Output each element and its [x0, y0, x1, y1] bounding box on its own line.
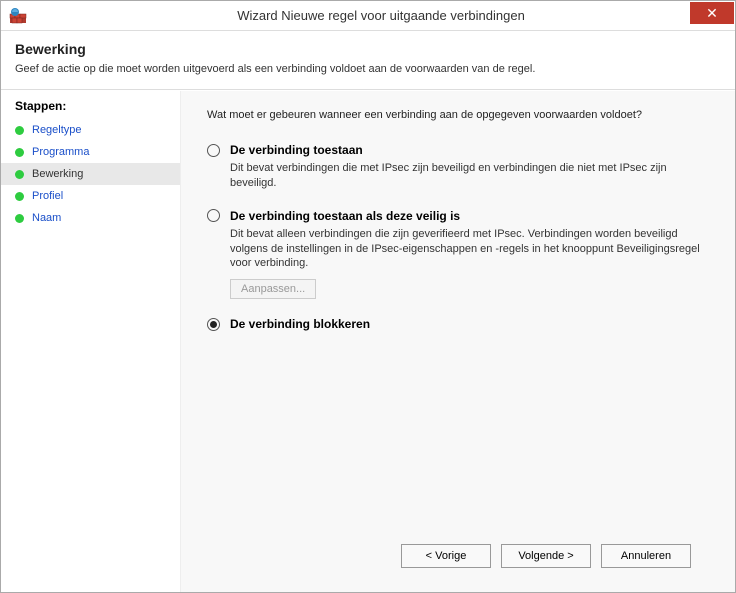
- option-allow-radio-row[interactable]: De verbinding toestaan: [207, 143, 709, 157]
- radio-block[interactable]: [207, 318, 220, 331]
- step-bewerking[interactable]: Bewerking: [1, 163, 180, 185]
- firewall-icon: [9, 7, 27, 25]
- option-block-label: De verbinding blokkeren: [230, 317, 370, 331]
- step-label: Profiel: [32, 190, 63, 202]
- back-button[interactable]: < Vorige: [401, 544, 491, 568]
- window-title: Wizard Nieuwe regel voor uitgaande verbi…: [27, 8, 735, 23]
- bullet-icon: [15, 126, 24, 135]
- radio-allow-secure[interactable]: [207, 209, 220, 222]
- wizard-header: Bewerking Geef de actie op die moet word…: [1, 31, 735, 90]
- page-subtitle: Geef de actie op die moet worden uitgevo…: [15, 63, 721, 75]
- footer: < Vorige Volgende > Annuleren: [207, 534, 709, 582]
- content-pane: Wat moet er gebeuren wanneer een verbind…: [181, 91, 735, 592]
- bullet-icon: [15, 214, 24, 223]
- option-allow-secure-label: De verbinding toestaan als deze veilig i…: [230, 209, 460, 223]
- step-label: Programma: [32, 146, 89, 158]
- option-allow: De verbinding toestaan Dit bevat verbind…: [207, 143, 709, 191]
- close-icon: ✕: [706, 5, 718, 22]
- option-allow-secure: De verbinding toestaan als deze veilig i…: [207, 209, 709, 300]
- option-allow-desc: Dit bevat verbindingen die met IPsec zij…: [230, 161, 709, 191]
- step-label: Naam: [32, 212, 61, 224]
- close-button[interactable]: ✕: [690, 2, 734, 24]
- option-allow-secure-desc: Dit bevat alleen verbindingen die zijn g…: [230, 227, 709, 272]
- wizard-body: Stappen: Regeltype Programma Bewerking P…: [1, 90, 735, 592]
- step-profiel[interactable]: Profiel: [1, 185, 180, 207]
- radio-allow[interactable]: [207, 144, 220, 157]
- step-label: Bewerking: [32, 168, 83, 180]
- step-naam[interactable]: Naam: [1, 207, 180, 229]
- spacer: [207, 349, 709, 534]
- wizard-window: Wizard Nieuwe regel voor uitgaande verbi…: [0, 0, 736, 593]
- step-label: Regeltype: [32, 124, 82, 136]
- steps-sidebar: Stappen: Regeltype Programma Bewerking P…: [1, 91, 181, 592]
- next-button[interactable]: Volgende >: [501, 544, 591, 568]
- bullet-icon: [15, 148, 24, 157]
- page-title: Bewerking: [15, 41, 721, 57]
- customize-button: Aanpassen...: [230, 279, 316, 299]
- option-block: De verbinding blokkeren: [207, 317, 709, 331]
- cancel-button[interactable]: Annuleren: [601, 544, 691, 568]
- step-programma[interactable]: Programma: [1, 141, 180, 163]
- titlebar: Wizard Nieuwe regel voor uitgaande verbi…: [1, 1, 735, 31]
- steps-title: Stappen:: [1, 99, 180, 119]
- option-block-radio-row[interactable]: De verbinding blokkeren: [207, 317, 709, 331]
- question-text: Wat moet er gebeuren wanneer een verbind…: [207, 109, 709, 121]
- bullet-icon: [15, 170, 24, 179]
- step-regeltype[interactable]: Regeltype: [1, 119, 180, 141]
- bullet-icon: [15, 192, 24, 201]
- option-allow-label: De verbinding toestaan: [230, 143, 363, 157]
- option-allow-secure-radio-row[interactable]: De verbinding toestaan als deze veilig i…: [207, 209, 709, 223]
